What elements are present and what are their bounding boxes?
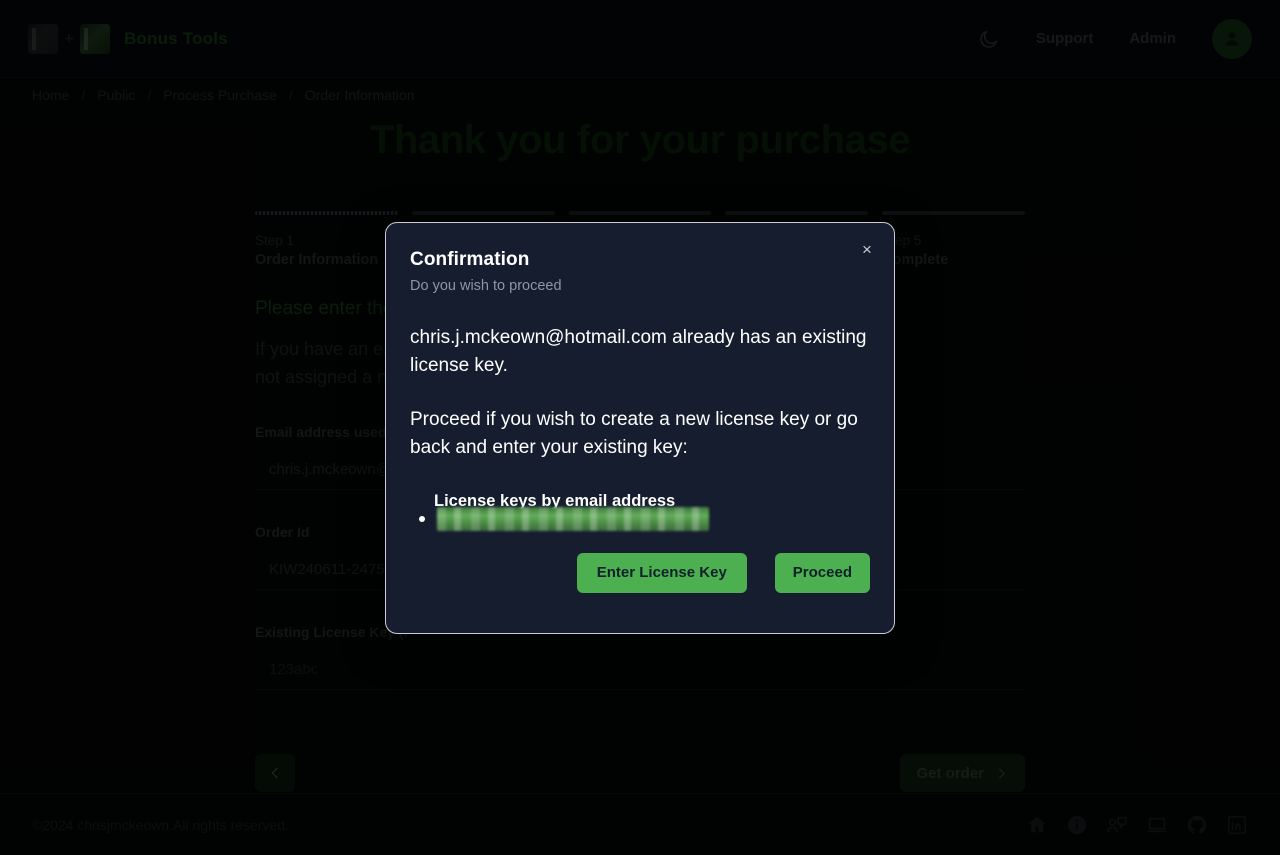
close-icon[interactable]: × (856, 239, 878, 261)
list-bullet-icon (419, 515, 425, 522)
confirmation-modal: Confirmation Do you wish to proceed × ch… (385, 222, 895, 634)
proceed-button[interactable]: Proceed (774, 552, 870, 593)
list-item (419, 506, 870, 531)
modal-message-existing-key: chris.j.mckeown@hotmail.com already has … (410, 327, 867, 376)
license-key-redacted-value (437, 506, 709, 531)
app-root: + Bonus Tools Support Admin (0, 0, 1280, 855)
modal-subtitle: Do you wish to proceed (410, 278, 562, 294)
modal-body: chris.j.mckeown@hotmail.com already has … (410, 324, 870, 593)
modal-message-proceed: Proceed if you wish to create a new lice… (410, 408, 858, 458)
modal-title: Confirmation (410, 249, 530, 270)
modal-actions: Enter License Key Proceed (410, 552, 870, 593)
license-keys-list: License keys by email address (410, 492, 870, 531)
enter-license-key-button[interactable]: Enter License Key (576, 552, 747, 593)
